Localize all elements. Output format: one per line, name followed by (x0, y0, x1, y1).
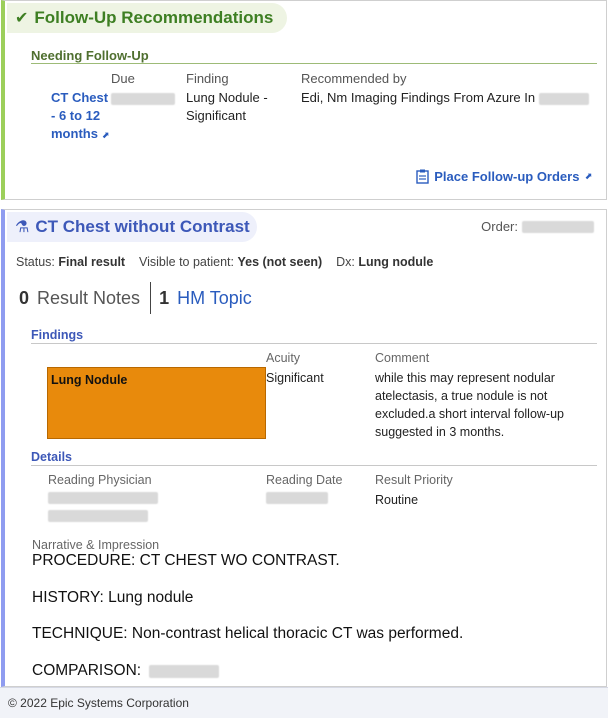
divider (31, 63, 597, 64)
finding-badge: Lung Nodule (47, 367, 266, 439)
followup-header: ✔ Follow-Up Recommendations (7, 3, 287, 33)
dx-value: Lung nodule (358, 255, 434, 269)
comparison-label: COMPARISON: (32, 662, 142, 679)
checkmark-icon: ✔ (15, 10, 29, 27)
finding-value: Lung Nodule - Significant (186, 90, 268, 123)
order-label: Order: (481, 219, 518, 234)
status-label: Status: (16, 255, 55, 269)
order-number: Order: (481, 219, 594, 234)
place-orders-label: Place Follow-up Orders (434, 169, 580, 184)
details-heading: Details (31, 450, 72, 464)
place-followup-orders-button[interactable]: Place Follow-up Orders ⬈ (416, 169, 592, 184)
redacted-date (538, 92, 589, 105)
result-header[interactable]: ⚗ CT Chest without Contrast (7, 212, 257, 242)
copyright-footer: © 2022 Epic Systems Corporation (0, 687, 608, 718)
recommended-by-column-label: Recommended by (301, 71, 407, 86)
tab-count: 1 (159, 287, 170, 308)
copyright-text: © 2022 Epic Systems Corporation (8, 696, 189, 710)
followup-order-link[interactable]: CT Chest - 6 to 12 months ⬈ (51, 89, 113, 144)
clipboard-icon (416, 169, 429, 184)
comparison-redacted (149, 664, 220, 678)
external-link-icon: ⬈ (101, 130, 110, 140)
needing-followup-heading: Needing Follow-Up (31, 48, 149, 63)
result-card: ⚗ CT Chest without Contrast Order: Statu… (1, 209, 607, 687)
visible-value: Yes (not seen) (237, 255, 323, 269)
tab-hm-topic[interactable]: 1 HM Topic (159, 288, 262, 309)
reading-date-label: Reading Date (266, 473, 343, 487)
narrative-procedure: PROCEDURE: CT CHEST WO CONTRAST. (32, 552, 340, 569)
acuity-label: Acuity (266, 351, 301, 365)
result-status-line: Status: Final result Visible to patient:… (16, 255, 433, 269)
narrative-comparison: COMPARISON: (32, 662, 220, 680)
tab-label: HM Topic (177, 287, 252, 308)
result-priority-value: Routine (375, 493, 419, 507)
divider (31, 343, 597, 344)
dx-label: Dx: (336, 255, 355, 269)
result-priority-label: Result Priority (375, 473, 453, 487)
narrative-label: Narrative & Impression (32, 538, 160, 552)
recommended-by-value: Edi, Nm Imaging Findings From Azure In (301, 89, 589, 107)
tab-count: 0 (19, 287, 30, 308)
finding-name: Lung Nodule (51, 373, 128, 387)
narrative-history: HISTORY: Lung nodule (32, 589, 194, 606)
due-date-redacted (111, 89, 175, 107)
recommended-by-text: Edi, Nm Imaging Findings From Azure In (301, 90, 536, 105)
tab-result-notes[interactable]: 0 Result Notes (19, 288, 150, 309)
tab-label: Result Notes (37, 287, 141, 308)
finding-column-label: Finding (186, 71, 229, 86)
status-value: Final result (58, 255, 126, 269)
comment-value: while this may represent nodular atelect… (375, 371, 564, 439)
findings-heading: Findings (31, 328, 84, 342)
result-tabs: 0 Result Notes 1 HM Topic (19, 282, 262, 314)
order-id-redacted (522, 220, 594, 233)
lab-flask-icon: ⚗ (15, 219, 30, 236)
narrative-technique: TECHNIQUE: Non-contrast helical thoracic… (32, 625, 464, 642)
reading-date-redacted (266, 492, 328, 504)
comment-label: Comment (375, 351, 430, 365)
result-title: CT Chest without Contrast (35, 217, 250, 236)
visible-label: Visible to patient: (139, 255, 234, 269)
external-link-icon: ⬈ (584, 171, 592, 181)
followup-card: ✔ Follow-Up Recommendations Needing Foll… (1, 0, 607, 200)
reading-physician-redacted (48, 492, 158, 522)
tab-divider (150, 282, 152, 314)
reading-physician-label: Reading Physician (48, 473, 152, 487)
divider (31, 465, 597, 466)
followup-title: Follow-Up Recommendations (34, 8, 274, 27)
due-column-label: Due (111, 71, 135, 86)
acuity-value: Significant (266, 371, 324, 385)
followup-order-link-text: CT Chest - 6 to 12 months (51, 90, 109, 141)
